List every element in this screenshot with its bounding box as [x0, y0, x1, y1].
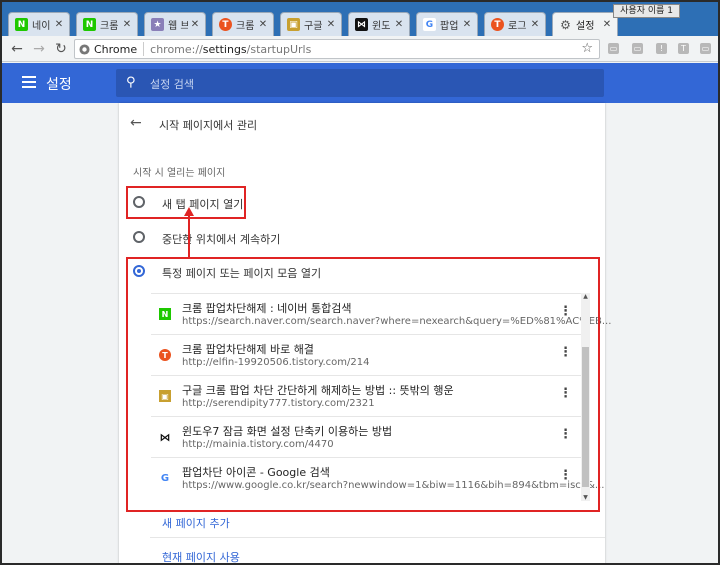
close-icon[interactable]: ✕: [528, 19, 542, 30]
browser-window: N 네이 ✕ N 크롬 ✕ ★ 웹 브 ✕ T 크롬 ✕ ▣ 구글 ✕ ⋈ 윈도…: [0, 0, 720, 565]
toolbar: ← → ↻ Chrome chrome://settings/startupUr…: [2, 36, 718, 62]
extension-icon[interactable]: ▭: [632, 43, 643, 54]
tistory-icon: T: [491, 18, 504, 31]
extension-icon[interactable]: ▭: [608, 43, 619, 54]
butterfly-icon: ⋈: [355, 18, 368, 31]
hamburger-menu-icon[interactable]: [22, 76, 36, 88]
page-title: 설정: [46, 77, 72, 93]
search-icon: ⚲: [126, 75, 136, 90]
site-chip: Chrome: [75, 42, 145, 56]
google-icon: G: [423, 18, 436, 31]
tab-label: 크롬: [236, 21, 255, 32]
tab-3[interactable]: T 크롬 ✕: [212, 12, 274, 36]
reload-icon[interactable]: ↻: [52, 40, 70, 58]
address-bar[interactable]: Chrome chrome://settings/startupUrls ☆: [74, 39, 600, 59]
star-icon: ★: [151, 18, 164, 31]
close-icon[interactable]: ✕: [600, 19, 614, 30]
tab-label: 윈도: [372, 21, 391, 32]
option-continue-label[interactable]: 중단한 위치에서 계속하기: [162, 231, 280, 247]
settings-header: 설정 ⚲ 설정 검색: [2, 63, 718, 103]
tab-0[interactable]: N 네이 ✕: [8, 12, 70, 36]
search-placeholder: 설정 검색: [150, 78, 194, 91]
extension-icon[interactable]: ▭: [700, 43, 711, 54]
extension-icon[interactable]: !: [656, 43, 667, 54]
tab-label: 구글: [304, 21, 323, 32]
tab-strip: N 네이 ✕ N 크롬 ✕ ★ 웹 브 ✕ T 크롬 ✕ ▣ 구글 ✕ ⋈ 윈도…: [2, 2, 718, 36]
url-text: chrome://settings/startupUrls: [150, 42, 312, 56]
divider: [150, 537, 605, 538]
tistory-icon: T: [219, 18, 232, 31]
add-page-link[interactable]: 새 페이지 추가: [162, 515, 230, 531]
back-arrow-icon[interactable]: ←: [130, 115, 142, 131]
subpage-title: 시작 페이지에서 관리: [159, 119, 258, 132]
tab-7[interactable]: T 로그 ✕: [484, 12, 546, 36]
tab-label: 네이: [32, 21, 51, 32]
chrome-icon: [79, 43, 90, 55]
back-arrow-icon[interactable]: ←: [8, 40, 26, 58]
profile-button[interactable]: 사용자 이름 1: [613, 4, 680, 18]
tab-5[interactable]: ⋈ 윈도 ✕: [348, 12, 410, 36]
close-icon[interactable]: ✕: [188, 19, 202, 30]
close-icon[interactable]: ✕: [460, 19, 474, 30]
tab-label: 로그: [508, 21, 527, 32]
close-icon[interactable]: ✕: [324, 19, 338, 30]
blog-icon: ▣: [287, 18, 300, 31]
tab-1[interactable]: N 크롬 ✕: [76, 12, 138, 36]
tab-4[interactable]: ▣ 구글 ✕: [280, 12, 342, 36]
section-label: 시작 시 열리는 페이지: [133, 168, 226, 179]
close-icon[interactable]: ✕: [392, 19, 406, 30]
annotation-arrow-line: [188, 215, 190, 259]
tab-settings[interactable]: ⚙ 설정 ✕: [552, 12, 618, 36]
radio-continue[interactable]: [133, 231, 145, 243]
tab-2[interactable]: ★ 웹 브 ✕: [144, 12, 206, 36]
tab-label: 팝업: [440, 21, 459, 32]
site-label: Chrome: [94, 42, 138, 56]
extension-icon[interactable]: T: [678, 43, 689, 54]
naver-icon: N: [15, 18, 28, 31]
tab-label: 웹 브: [168, 21, 188, 32]
annotation-arrow-head-icon: [184, 207, 194, 216]
use-current-pages-link[interactable]: 현재 페이지 사용: [162, 549, 240, 563]
gear-icon: ⚙: [560, 17, 571, 32]
settings-search-input[interactable]: ⚲ 설정 검색: [116, 69, 604, 97]
tab-label: 설정: [576, 21, 595, 32]
naver-icon: N: [83, 18, 96, 31]
annotation-box-specific-pages: [126, 257, 600, 512]
close-icon[interactable]: ✕: [120, 19, 134, 30]
forward-arrow-icon[interactable]: →: [30, 40, 48, 58]
close-icon[interactable]: ✕: [256, 19, 270, 30]
tab-label: 크롬: [100, 21, 119, 32]
bookmark-star-icon[interactable]: ☆: [581, 41, 593, 56]
close-icon[interactable]: ✕: [52, 19, 66, 30]
tab-6[interactable]: G 팝업 ✕: [416, 12, 478, 36]
